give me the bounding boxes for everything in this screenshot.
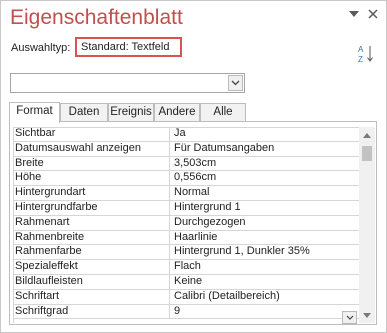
property-row[interactable]: Rahmenfarbe Hintergrund 1, Dunkler 35% [13,245,360,261]
object-selector-combobox[interactable] [10,73,245,93]
property-row[interactable]: Rahmenbreite Haarlinie [13,230,360,246]
property-name: Bildlaufleisten [13,274,170,289]
property-name: Datumsauswahl anzeigen [13,141,170,156]
property-row[interactable]: Bildlaufleisten Keine [13,274,360,290]
scroll-down-arrow-icon[interactable] [359,307,375,323]
property-value[interactable]: Keine [173,275,360,288]
property-value[interactable]: Ja [173,127,360,140]
property-grid: Sichtbar Ja Datumsauswahl anzeigen Für D… [13,127,360,320]
dropdown-arrow-icon[interactable] [347,7,361,21]
property-value[interactable]: Normal [173,186,360,199]
property-value[interactable]: 0,556cm [173,171,360,184]
property-value[interactable]: Calibri (Detailbereich) [173,290,360,303]
property-value[interactable]: 9 [173,305,360,318]
property-value[interactable]: Für Datumsangaben [173,142,360,155]
property-row[interactable]: Schriftart Calibri (Detailbereich) [13,289,360,305]
property-name: Hintergrundart [13,186,170,200]
property-name: Schriftart [13,289,170,304]
svg-text:Z: Z [358,55,363,64]
property-name: Höhe [13,171,170,186]
property-row[interactable]: Datumsauswahl anzeigen Für Datumsangaben [13,141,360,157]
property-row[interactable]: Breite 3,503cm [13,156,360,172]
property-name: Breite [13,156,170,171]
property-row[interactable]: Spezialeffekt Flach [13,260,359,275]
tab-ereignis[interactable]: Ereignis [108,103,154,121]
property-row[interactable]: Rahmenart Durchgezogen [13,215,360,231]
property-value[interactable]: Hintergrund 1 [173,201,360,214]
selection-type-value: Standard: Textfeld [75,37,182,57]
selection-type-label: Auswahltyp: [11,42,71,54]
sort-az-icon[interactable]: A Z [358,44,375,64]
property-name: Spezialeffekt [13,260,170,274]
chevron-down-icon[interactable] [228,75,243,91]
property-name: Rahmenfarbe [13,245,170,260]
property-name: Sichtbar [13,127,170,141]
close-icon[interactable] [366,7,380,21]
scrollbar-thumb[interactable] [362,146,372,161]
tab-daten[interactable]: Daten [60,103,108,121]
scroll-up-arrow-icon[interactable] [359,127,375,143]
vertical-scrollbar[interactable] [359,127,375,323]
tab-andere[interactable]: Andere [154,103,200,121]
property-row[interactable]: Hintergrundart Normal [13,186,359,201]
property-row[interactable]: Schriftgrad 9 [13,304,360,320]
property-name: Rahmenbreite [13,230,170,245]
tab-format[interactable]: Format [9,102,60,123]
property-name: Schriftgrad [13,304,170,319]
property-row[interactable]: Höhe 0,556cm [13,171,360,187]
property-name: Rahmenart [13,215,170,230]
chevron-down-icon[interactable] [342,311,357,324]
pane-title: Eigenschaftenblatt [10,6,183,29]
property-value[interactable]: Flach [173,260,360,273]
property-value[interactable]: Haarlinie [173,231,360,244]
tab-alle[interactable]: Alle [200,103,246,121]
property-name: Hintergrundfarbe [13,200,170,215]
svg-text:A: A [358,45,364,54]
property-sheet-pane: Eigenschaftenblatt Auswahltyp: Standard:… [0,0,387,333]
property-row[interactable]: Sichtbar Ja [13,127,359,142]
property-row[interactable]: Hintergrundfarbe Hintergrund 1 [13,200,360,216]
property-value[interactable]: Hintergrund 1, Dunkler 35% [173,245,360,258]
property-value[interactable]: 3,503cm [173,157,360,170]
property-value[interactable]: Durchgezogen [173,216,360,229]
